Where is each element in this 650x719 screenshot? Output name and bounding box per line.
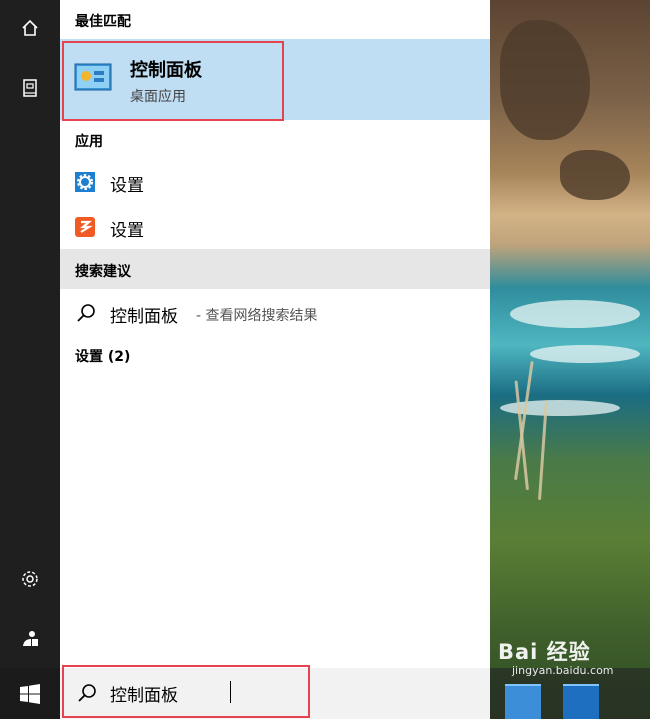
sogou-settings-icon [75,217,95,237]
settings-icon [22,571,38,587]
app-item-sogou-settings[interactable]: 设置 [60,205,490,249]
best-match-item[interactable]: 控制面板 桌面应用 [60,39,490,121]
app-item-label: 设置 [110,176,144,196]
baidu-watermark: Bai 经验 [498,640,591,664]
documents-icon [23,79,37,97]
search-suggestions-header: 搜索建议 [75,264,131,280]
best-match-subtitle: 桌面应用 [130,89,186,105]
start-button[interactable] [0,668,60,719]
windows-logo-icon [20,683,40,704]
search-highlight-outline [62,665,310,718]
user-icon [23,631,38,646]
web-search-suggestion[interactable]: 控制面板 - 查看网络搜索结果 [60,292,490,334]
taskbar-search-box[interactable]: 控制面板 [60,665,490,719]
text-caret [230,681,231,703]
search-icon [78,684,96,702]
app-item-label: 设置 [110,221,144,241]
control-panel-icon [74,63,112,91]
suggestion-text: 控制面板 [110,307,178,327]
search-icon [77,304,95,322]
home-icon [22,19,38,36]
settings-section-header[interactable]: 设置 (2) [75,346,130,366]
best-match-header: 最佳匹配 [75,14,131,30]
taskbar-app-edge[interactable] [563,684,599,719]
best-match-title: 控制面板 [130,60,202,81]
home-button[interactable] [0,4,60,52]
suggestion-subtext: - 查看网络搜索结果 [196,308,318,324]
user-button[interactable] [0,614,60,662]
start-left-rail [0,0,60,668]
settings-gear-icon [75,172,95,192]
app-item-settings[interactable]: 设置 [60,160,490,204]
start-search-panel: 最佳匹配 控制面板 桌面应用 应用 设置 设置 搜索建议 控制面板 - 查看网络… [60,0,490,668]
baidu-watermark-url: jingyan.baidu.com [512,664,614,677]
taskbar-app-file-explorer[interactable] [505,684,541,719]
search-input[interactable]: 控制面板 [110,681,178,706]
settings-button[interactable] [0,555,60,603]
documents-button[interactable] [0,64,60,112]
apps-header: 应用 [75,134,103,150]
desktop-wallpaper [490,0,650,719]
